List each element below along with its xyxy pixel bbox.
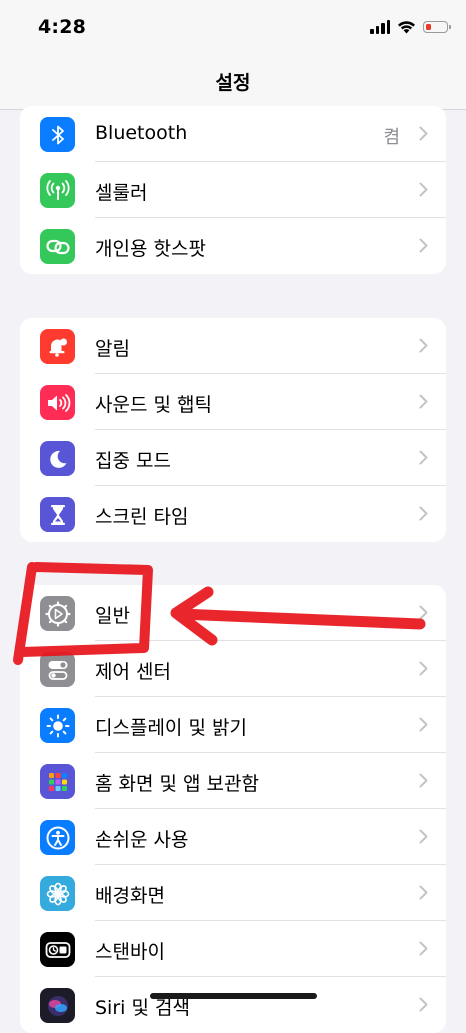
chevron-right-icon [419, 885, 428, 900]
status-bar: 4:28 [0, 0, 466, 58]
settings-row-label: 스크린 타임 [95, 506, 189, 528]
general-group: 일반 제어 센터 디스플레이 및 밝기 홈 화면 및 앱 보관함 손쉬운 사용 … [20, 585, 446, 1033]
antenna-icon [40, 173, 75, 208]
settings-row-label: 손쉬운 사용 [95, 829, 189, 851]
chevron-right-icon [419, 773, 428, 788]
sun-icon [40, 708, 75, 743]
settings-row-general[interactable]: 일반 [20, 585, 446, 641]
bluetooth-icon [40, 117, 75, 152]
settings-row-label: 배경화면 [95, 885, 165, 907]
moon-icon [40, 441, 75, 476]
settings-row-label: 알림 [95, 338, 130, 360]
settings-row-control-center[interactable]: 제어 센터 [20, 641, 446, 697]
chevron-right-icon [419, 238, 428, 253]
settings-row-standby[interactable]: 스탠바이 [20, 921, 446, 977]
settings-row-bluetooth[interactable]: Bluetooth 켬 [20, 106, 446, 162]
settings-row-accessibility[interactable]: 손쉬운 사용 [20, 809, 446, 865]
battery-icon [423, 21, 451, 33]
settings-row-personal-hotspot[interactable]: 개인용 핫스팟 [20, 218, 446, 274]
settings-row-home-screen[interactable]: 홈 화면 및 앱 보관함 [20, 753, 446, 809]
settings-row-label: 제어 센터 [95, 661, 171, 683]
settings-row-label: 사운드 및 햅틱 [95, 394, 212, 416]
settings-row-label: 일반 [95, 605, 130, 627]
settings-row-wallpaper[interactable]: 배경화면 [20, 865, 446, 921]
page-title: 설정 [215, 72, 251, 94]
hourglass-icon [40, 497, 75, 532]
settings-row-focus[interactable]: 집중 모드 [20, 430, 446, 486]
wifi-icon [398, 21, 415, 34]
settings-row-sounds-haptics[interactable]: 사운드 및 햅틱 [20, 374, 446, 430]
chevron-right-icon [419, 605, 428, 620]
chevron-right-icon [419, 126, 428, 141]
cellular-signal-icon [370, 20, 390, 34]
connectivity-group: Bluetooth 켬 셀룰러 개인용 핫스팟 [20, 106, 446, 274]
settings-row-siri[interactable]: Siri 및 검색 [20, 977, 446, 1033]
settings-row-screen-time[interactable]: 스크린 타임 [20, 486, 446, 542]
notifications-group: 알림 사운드 및 햅틱 집중 모드 스크린 타임 [20, 318, 446, 542]
gear-icon [40, 596, 75, 631]
standby-icon [40, 932, 75, 967]
chevron-right-icon [419, 941, 428, 956]
settings-row-label: Bluetooth [95, 122, 188, 144]
bell-icon [40, 329, 75, 364]
settings-row-label: 디스플레이 및 밝기 [95, 717, 247, 739]
chevron-right-icon [419, 394, 428, 409]
home-indicator [150, 993, 317, 999]
settings-row-label: 스탠바이 [95, 941, 165, 963]
toggles-icon [40, 652, 75, 687]
chevron-right-icon [419, 450, 428, 465]
hotspot-link-icon [40, 229, 75, 264]
flower-icon [40, 876, 75, 911]
status-time: 4:28 [38, 16, 87, 38]
settings-row-display-brightness[interactable]: 디스플레이 및 밝기 [20, 697, 446, 753]
settings-row-label: 셀룰러 [95, 182, 148, 204]
chevron-right-icon [419, 997, 428, 1012]
chevron-right-icon [419, 506, 428, 521]
accessibility-icon [40, 820, 75, 855]
chevron-right-icon [419, 829, 428, 844]
settings-row-label: 개인용 핫스팟 [95, 238, 206, 260]
settings-row-cellular[interactable]: 셀룰러 [20, 162, 446, 218]
settings-row-label: 홈 화면 및 앱 보관함 [95, 773, 259, 795]
app-grid-icon [40, 764, 75, 799]
settings-row-notifications[interactable]: 알림 [20, 318, 446, 374]
chevron-right-icon [419, 661, 428, 676]
chevron-right-icon [419, 717, 428, 732]
navigation-bar: 설정 [0, 58, 466, 110]
settings-row-value: 켬 [383, 127, 400, 148]
settings-row-label: 집중 모드 [95, 450, 171, 472]
chevron-right-icon [419, 338, 428, 353]
siri-icon [40, 988, 75, 1023]
speaker-icon [40, 385, 75, 420]
chevron-right-icon [419, 182, 428, 197]
status-icons [370, 20, 451, 34]
